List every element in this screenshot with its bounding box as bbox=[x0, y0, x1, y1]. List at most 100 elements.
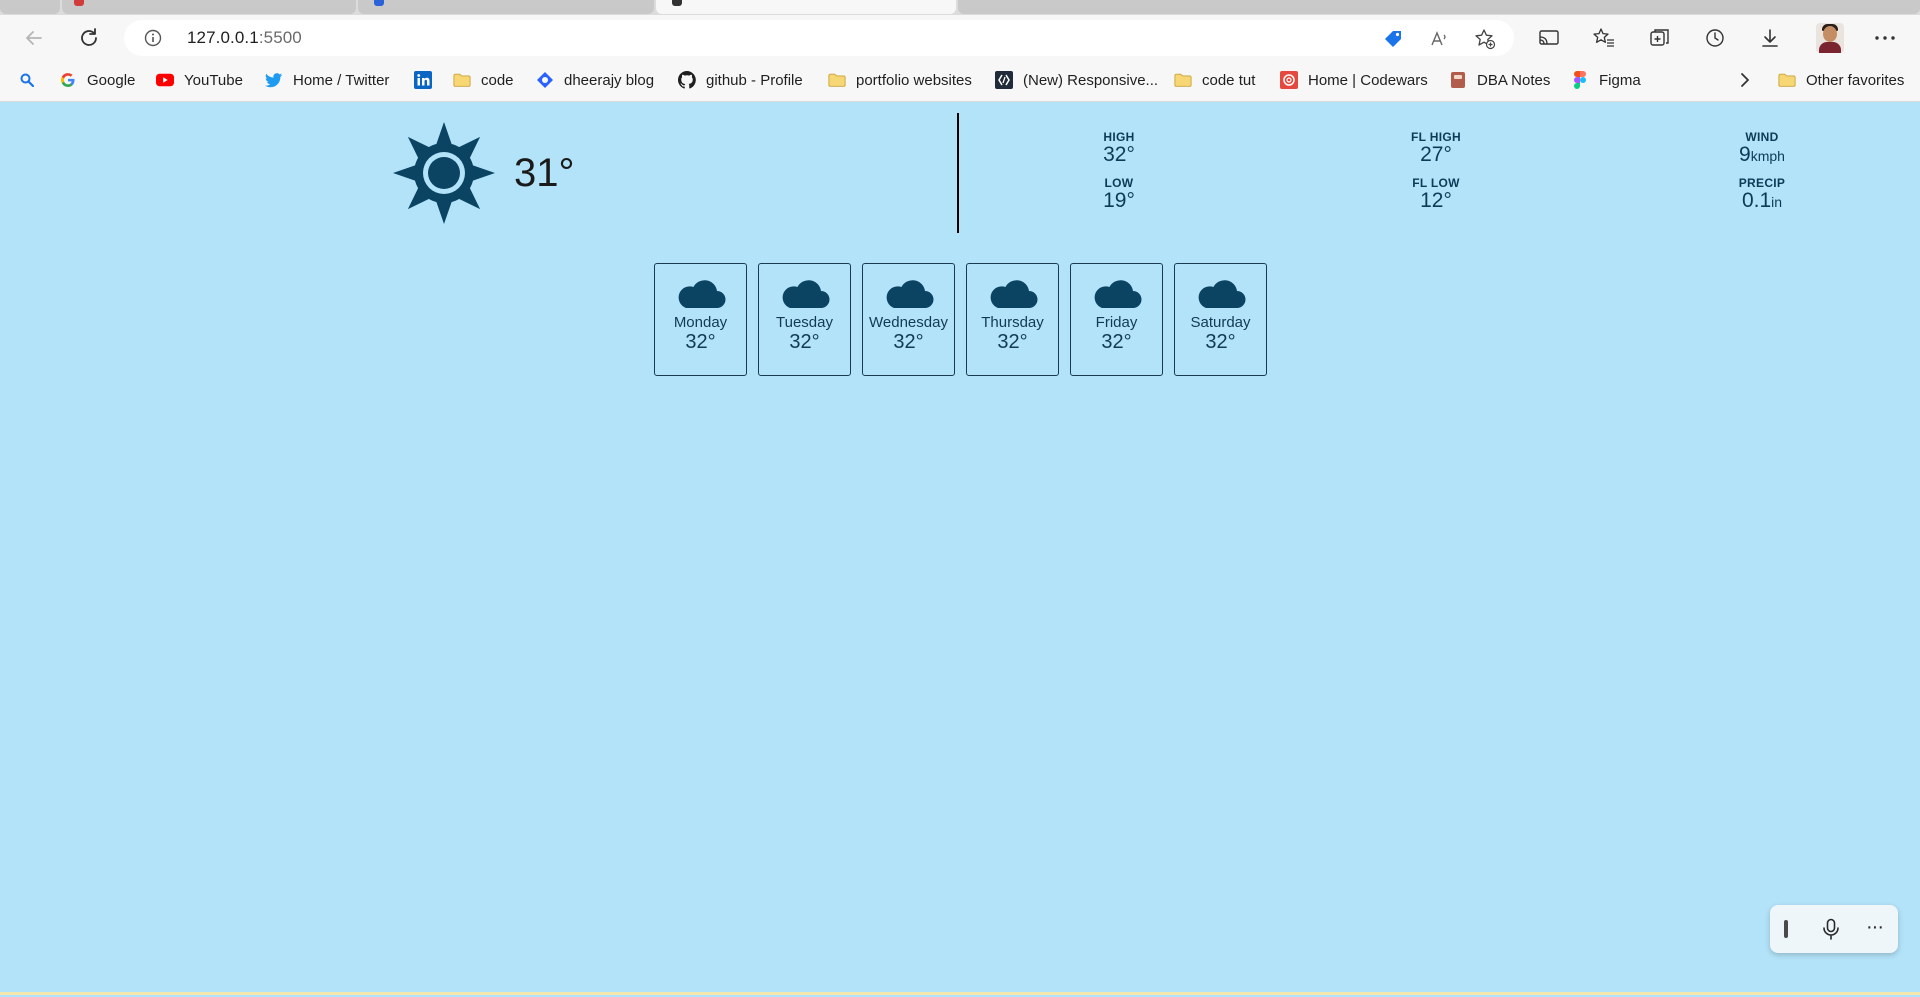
forecast-day: Thursday bbox=[981, 314, 1044, 331]
stat-low: LOW 19° bbox=[1059, 176, 1179, 212]
bookmark-dheerajy-blog[interactable]: dheerajy blog bbox=[536, 69, 654, 91]
arrow-left-icon bbox=[26, 31, 42, 45]
url-text[interactable]: 127.0.0.1:5500 bbox=[187, 28, 302, 48]
bookmark-linkedin[interactable] bbox=[414, 69, 442, 91]
stat-wind: WIND 9kmph bbox=[1702, 130, 1822, 167]
tab-4[interactable] bbox=[958, 0, 1920, 14]
wind-value: 9 bbox=[1739, 143, 1751, 166]
bookmark-youtube[interactable]: YouTube bbox=[156, 69, 243, 91]
stat-label: WIND bbox=[1745, 130, 1779, 144]
stat-label: FL LOW bbox=[1412, 176, 1460, 190]
frontendmentor-icon bbox=[995, 71, 1013, 89]
forecast-temp: 32° bbox=[893, 331, 924, 353]
folder-icon bbox=[828, 71, 846, 89]
more-options-icon[interactable] bbox=[1872, 25, 1898, 51]
folder-icon bbox=[453, 71, 471, 89]
coupon-icon[interactable] bbox=[1382, 28, 1404, 50]
folder-icon bbox=[1174, 71, 1192, 89]
hashnode-icon bbox=[536, 71, 554, 89]
bookmark-label: portfolio websites bbox=[856, 71, 972, 89]
bookmark-label: DBA Notes bbox=[1477, 71, 1551, 89]
stat-label: PRECIP bbox=[1738, 176, 1786, 190]
bookmark-github-profile[interactable]: github - Profile bbox=[678, 69, 803, 91]
bookmark-label: YouTube bbox=[184, 71, 243, 89]
weather-app: 31° HIGH 32° LOW 19° FL HIGH 27° FL LOW … bbox=[0, 103, 1920, 997]
bookmark-label: code bbox=[481, 71, 514, 89]
voice-typing-widget: ··· bbox=[1770, 905, 1898, 953]
github-icon bbox=[678, 71, 696, 89]
drag-handle[interactable] bbox=[1784, 920, 1788, 938]
bookmark-label: Google bbox=[87, 71, 136, 89]
cloud-icon bbox=[782, 280, 829, 308]
forecast-card: Monday 32° bbox=[654, 263, 747, 376]
tab-2[interactable] bbox=[62, 0, 356, 14]
tab-3[interactable] bbox=[358, 0, 654, 14]
site-info-icon[interactable] bbox=[144, 29, 162, 47]
profile-avatar[interactable] bbox=[1816, 23, 1844, 53]
url-host: 127.0.0.1 bbox=[187, 28, 259, 47]
favorites-search[interactable] bbox=[18, 69, 46, 91]
favorites-overflow-button[interactable] bbox=[1736, 69, 1764, 91]
bookmark-other-favorites[interactable]: Other favorites bbox=[1778, 69, 1904, 91]
stat-label: LOW bbox=[1104, 176, 1134, 190]
forecast-card: Saturday 32° bbox=[1174, 263, 1267, 376]
refresh-button[interactable] bbox=[73, 22, 105, 54]
current-weather: 31° bbox=[393, 122, 575, 224]
forecast-row: Monday 32° Tuesday 32° Wednesday 32° Thu… bbox=[654, 263, 1267, 376]
bookmark-figma[interactable]: Figma bbox=[1571, 69, 1641, 91]
forecast-temp: 32° bbox=[997, 331, 1028, 353]
cloud-icon bbox=[1094, 280, 1141, 308]
precip-unit: in bbox=[1771, 194, 1783, 210]
wind-unit: kmph bbox=[1750, 148, 1785, 164]
bookmark-label: Other favorites bbox=[1806, 71, 1905, 89]
bookmark-frontend-mentor[interactable]: (New) Responsive... bbox=[995, 69, 1158, 91]
bookmark-google[interactable]: Google bbox=[59, 69, 135, 91]
download-icon[interactable] bbox=[1757, 25, 1783, 51]
forecast-temp: 32° bbox=[789, 331, 820, 353]
forecast-card: Tuesday 32° bbox=[758, 263, 851, 376]
microphone-icon[interactable] bbox=[1821, 918, 1841, 940]
favorites-bar: Google YouTube Home / Twitter code dheer… bbox=[0, 60, 1920, 102]
forecast-day: Tuesday bbox=[776, 314, 833, 331]
cast-icon[interactable] bbox=[1536, 25, 1562, 51]
bookmark-label: (New) Responsive... bbox=[1023, 71, 1159, 89]
bookmark-folder-code[interactable]: code bbox=[453, 69, 514, 91]
bookmark-folder-portfolio[interactable]: portfolio websites bbox=[828, 69, 972, 91]
collections-icon[interactable] bbox=[1647, 25, 1673, 51]
voice-more-options-icon[interactable]: ··· bbox=[1866, 917, 1884, 937]
precip-value: 0.1 bbox=[1741, 189, 1772, 212]
stat-precip: PRECIP 0.1in bbox=[1702, 176, 1822, 213]
stat-high: HIGH 32° bbox=[1059, 130, 1179, 166]
stat-value: 32° bbox=[1103, 143, 1135, 166]
search-icon bbox=[18, 71, 36, 89]
read-aloud-icon[interactable] bbox=[1428, 28, 1450, 50]
refresh-icon bbox=[81, 28, 97, 46]
stat-label: FL HIGH bbox=[1411, 130, 1461, 144]
current-temperature: 31° bbox=[514, 150, 575, 195]
bookmark-codewars[interactable]: Home | Codewars bbox=[1280, 69, 1428, 91]
forecast-temp: 32° bbox=[685, 331, 716, 353]
tab-strip bbox=[0, 0, 1920, 15]
address-bar[interactable]: 127.0.0.1:5500 bbox=[124, 20, 1514, 56]
url-port: :5500 bbox=[258, 28, 302, 47]
stat-value: 9kmph bbox=[1702, 144, 1822, 167]
bookmark-label: Home / Twitter bbox=[293, 71, 390, 89]
bookmark-folder-code-tut[interactable]: code tut bbox=[1174, 69, 1255, 91]
cloud-icon bbox=[886, 280, 933, 308]
cloud-icon bbox=[990, 280, 1037, 308]
tab-1[interactable] bbox=[0, 0, 60, 14]
forecast-day: Wednesday bbox=[869, 314, 948, 331]
bookmark-dba-notes[interactable]: DBA Notes bbox=[1449, 69, 1550, 91]
favorites-icon[interactable] bbox=[1591, 25, 1617, 51]
cloud-icon bbox=[1198, 280, 1245, 308]
bookmark-label: github - Profile bbox=[706, 71, 803, 89]
bookmark-twitter[interactable]: Home / Twitter bbox=[265, 69, 389, 91]
history-icon[interactable] bbox=[1702, 25, 1728, 51]
back-button[interactable] bbox=[18, 22, 50, 54]
sun-icon bbox=[393, 122, 495, 224]
stat-label: HIGH bbox=[1103, 130, 1135, 144]
notes-icon bbox=[1449, 71, 1467, 89]
tab-active[interactable] bbox=[656, 0, 956, 14]
google-icon bbox=[59, 71, 77, 89]
add-favorite-icon[interactable] bbox=[1474, 28, 1496, 50]
